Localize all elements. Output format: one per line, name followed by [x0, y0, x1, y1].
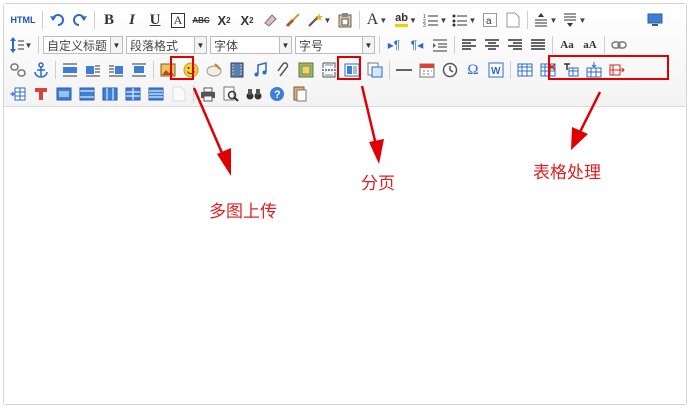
arrow-table-tools	[578, 91, 602, 133]
annotation-table-processing: 表格处理	[533, 163, 601, 182]
arrow-table-tools-head	[571, 127, 588, 150]
arrow-multi-image-head	[217, 148, 231, 176]
arrow-multi-image	[192, 87, 227, 161]
annotation-arrows	[192, 85, 602, 176]
arrow-page-break-head	[369, 139, 384, 164]
annotation-page-break: 分页	[361, 174, 395, 193]
arrow-page-break	[360, 85, 378, 146]
annotation-multi-image-upload: 多图上传	[209, 202, 277, 221]
